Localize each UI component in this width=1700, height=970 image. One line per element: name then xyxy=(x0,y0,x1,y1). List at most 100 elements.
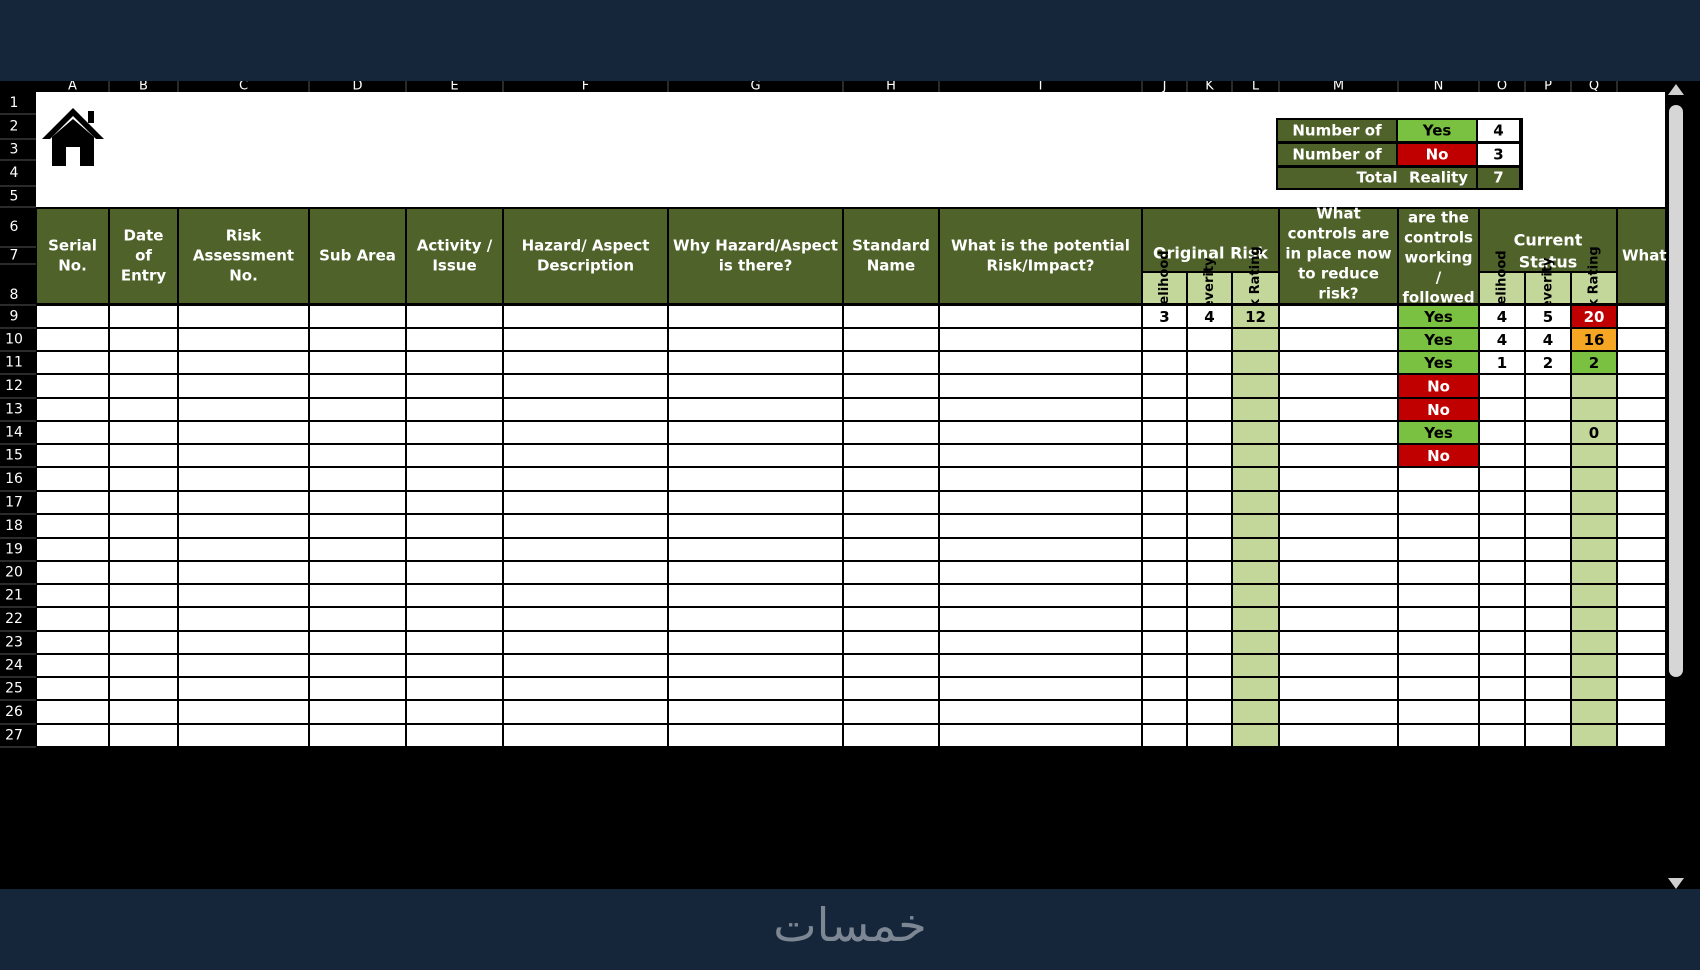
cell-K18[interactable] xyxy=(1188,515,1231,537)
cell-J15[interactable] xyxy=(1143,445,1186,466)
cell-O20[interactable] xyxy=(1480,562,1524,583)
cell-F23[interactable] xyxy=(504,632,667,653)
cell-K11[interactable] xyxy=(1188,352,1231,373)
cell-M15[interactable] xyxy=(1280,445,1397,466)
cell-H14[interactable] xyxy=(844,422,938,443)
cell-O22[interactable] xyxy=(1480,608,1524,630)
cell-A10[interactable] xyxy=(37,329,108,350)
cell-L24[interactable] xyxy=(1233,655,1278,676)
cell-R26[interactable] xyxy=(1618,701,1665,723)
cell-K12[interactable] xyxy=(1188,375,1231,397)
cell-B16[interactable] xyxy=(110,468,177,490)
cell-D25[interactable] xyxy=(310,678,405,699)
cell-F24[interactable] xyxy=(504,655,667,676)
cell-H27[interactable] xyxy=(844,725,938,746)
cell-C15[interactable] xyxy=(179,445,308,466)
cell-G18[interactable] xyxy=(669,515,842,537)
cell-N25[interactable] xyxy=(1399,678,1478,699)
cell-I20[interactable] xyxy=(940,562,1141,583)
cell-K21[interactable] xyxy=(1188,585,1231,606)
cell-L26[interactable] xyxy=(1233,701,1278,723)
cell-B17[interactable] xyxy=(110,492,177,513)
cell-D24[interactable] xyxy=(310,655,405,676)
cell-O26[interactable] xyxy=(1480,701,1524,723)
cell-P17[interactable] xyxy=(1526,492,1570,513)
cell-M27[interactable] xyxy=(1280,725,1397,746)
cell-Q13[interactable] xyxy=(1572,399,1616,420)
cell-L21[interactable] xyxy=(1233,585,1278,606)
cell-A19[interactable] xyxy=(37,539,108,560)
cell-E26[interactable] xyxy=(407,701,502,723)
cell-L16[interactable] xyxy=(1233,468,1278,490)
cell-I15[interactable] xyxy=(940,445,1141,466)
cell-G25[interactable] xyxy=(669,678,842,699)
cell-E16[interactable] xyxy=(407,468,502,490)
cell-P13[interactable] xyxy=(1526,399,1570,420)
cell-Q18[interactable] xyxy=(1572,515,1616,537)
cell-P25[interactable] xyxy=(1526,678,1570,699)
cell-I14[interactable] xyxy=(940,422,1141,443)
cell-M18[interactable] xyxy=(1280,515,1397,537)
cell-C16[interactable] xyxy=(179,468,308,490)
cell-R10[interactable] xyxy=(1618,329,1665,350)
cell-D20[interactable] xyxy=(310,562,405,583)
cell-M9[interactable] xyxy=(1280,306,1397,327)
cell-O14[interactable] xyxy=(1480,422,1524,443)
cell-M20[interactable] xyxy=(1280,562,1397,583)
cell-L22[interactable] xyxy=(1233,608,1278,630)
cell-K14[interactable] xyxy=(1188,422,1231,443)
cell-A16[interactable] xyxy=(37,468,108,490)
cell-E23[interactable] xyxy=(407,632,502,653)
cell-O25[interactable] xyxy=(1480,678,1524,699)
cell-O23[interactable] xyxy=(1480,632,1524,653)
cell-R12[interactable] xyxy=(1618,375,1665,397)
cell-L12[interactable] xyxy=(1233,375,1278,397)
cell-D18[interactable] xyxy=(310,515,405,537)
cell-J13[interactable] xyxy=(1143,399,1186,420)
cell-P20[interactable] xyxy=(1526,562,1570,583)
cell-L23[interactable] xyxy=(1233,632,1278,653)
cell-G10[interactable] xyxy=(669,329,842,350)
cell-C19[interactable] xyxy=(179,539,308,560)
cell-J10[interactable] xyxy=(1143,329,1186,350)
cell-D9[interactable] xyxy=(310,306,405,327)
cell-N16[interactable] xyxy=(1399,468,1478,490)
cell-L27[interactable] xyxy=(1233,725,1278,746)
cell-E14[interactable] xyxy=(407,422,502,443)
cell-D12[interactable] xyxy=(310,375,405,397)
cell-K15[interactable] xyxy=(1188,445,1231,466)
cell-J16[interactable] xyxy=(1143,468,1186,490)
cell-F25[interactable] xyxy=(504,678,667,699)
cell-J24[interactable] xyxy=(1143,655,1186,676)
cell-R15[interactable] xyxy=(1618,445,1665,466)
cell-I17[interactable] xyxy=(940,492,1141,513)
cell-K26[interactable] xyxy=(1188,701,1231,723)
cell-I18[interactable] xyxy=(940,515,1141,537)
cell-B27[interactable] xyxy=(110,725,177,746)
cell-I27[interactable] xyxy=(940,725,1141,746)
cell-K10[interactable] xyxy=(1188,329,1231,350)
cell-L13[interactable] xyxy=(1233,399,1278,420)
cell-C11[interactable] xyxy=(179,352,308,373)
cell-B15[interactable] xyxy=(110,445,177,466)
cell-E20[interactable] xyxy=(407,562,502,583)
cell-M16[interactable] xyxy=(1280,468,1397,490)
cell-J19[interactable] xyxy=(1143,539,1186,560)
cell-D15[interactable] xyxy=(310,445,405,466)
cell-N24[interactable] xyxy=(1399,655,1478,676)
cell-H16[interactable] xyxy=(844,468,938,490)
cell-L19[interactable] xyxy=(1233,539,1278,560)
cell-A25[interactable] xyxy=(37,678,108,699)
cell-A11[interactable] xyxy=(37,352,108,373)
cell-E9[interactable] xyxy=(407,306,502,327)
cell-J27[interactable] xyxy=(1143,725,1186,746)
cell-I9[interactable] xyxy=(940,306,1141,327)
cell-E27[interactable] xyxy=(407,725,502,746)
cell-B12[interactable] xyxy=(110,375,177,397)
cell-D27[interactable] xyxy=(310,725,405,746)
cell-L18[interactable] xyxy=(1233,515,1278,537)
cell-H23[interactable] xyxy=(844,632,938,653)
cell-R27[interactable] xyxy=(1618,725,1665,746)
cell-A17[interactable] xyxy=(37,492,108,513)
cell-J18[interactable] xyxy=(1143,515,1186,537)
